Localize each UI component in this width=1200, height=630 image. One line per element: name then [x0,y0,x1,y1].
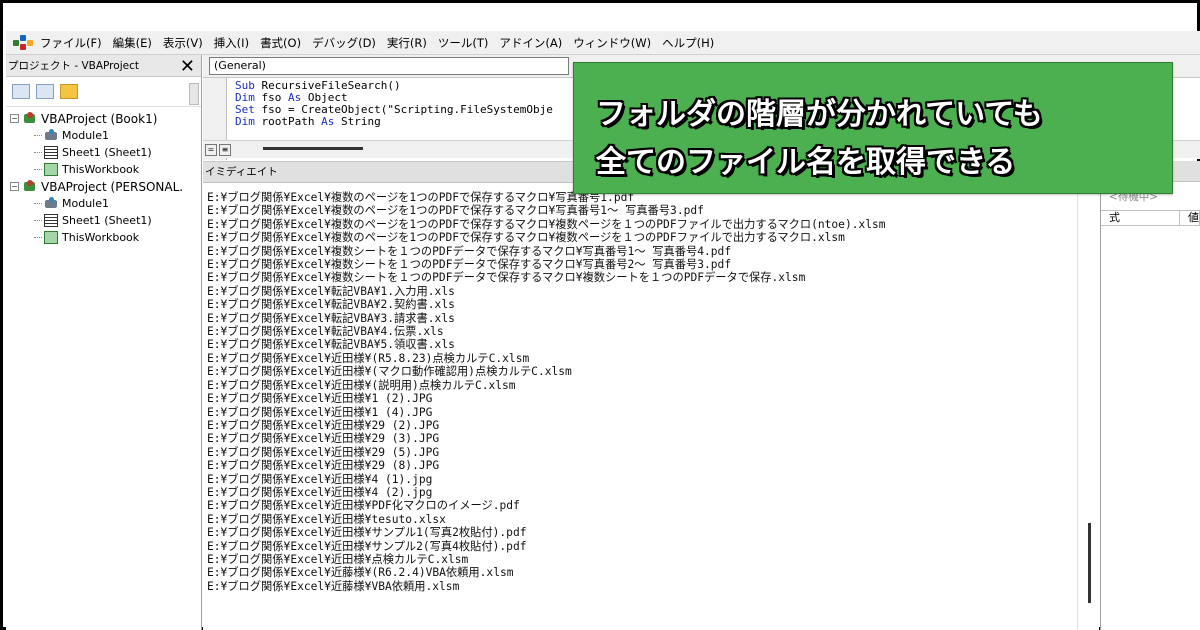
output-line: E:¥ブログ関係¥Excel¥複数のページを1つのPDFで保存するマクロ¥複数ペ… [207,216,886,231]
tree-node-module1[interactable]: Module1 [6,127,201,144]
tree-node-label: VBAProject (Book1) [41,111,158,126]
toggle-folders-icon[interactable] [60,84,78,99]
scroll-thumb[interactable] [263,147,363,150]
tree-node-thisworkbook[interactable]: ThisWorkbook [6,161,201,178]
menu-window[interactable]: ウィンドウ(W) [573,35,651,51]
callout-line-1: フォルダの階層が分かれていても [596,97,1043,132]
view-object-icon[interactable] [36,84,54,99]
callout-line-2: 全てのファイル名を取得できる [596,145,1016,180]
watch-col-expression[interactable]: 式 [1101,211,1180,225]
tree-node-label: Module1 [62,197,109,210]
output-line: E:¥ブログ関係¥Excel¥転記VBA¥5.領収書.xls [207,337,455,352]
watch-window[interactable]: <待機中> 式 値 [1100,161,1200,630]
tree-node-project-book1[interactable]: − VBAProject (Book1) [6,110,201,127]
output-line: E:¥ブログ関係¥Excel¥近田様¥(R5.8.23)点検カルテC.xlsm [207,350,530,365]
vbe-window: ファイル(F) 編集(E) 表示(V) 挿入(I) 書式(O) デバッグ(D) … [0,0,1200,630]
menu-view[interactable]: 表示(V) [163,35,203,51]
tree-node-label: ThisWorkbook [62,231,140,244]
output-line: E:¥ブログ関係¥Excel¥近田様¥1 (4).JPG [207,404,433,419]
menu-help[interactable]: ヘルプ(H) [662,35,714,51]
module-icon [44,129,58,142]
tree-node-label: Sheet1 (Sheet1) [62,146,152,159]
immediate-output: E:¥ブログ関係¥Excel¥複数のページを1つのPDFで保存するマクロ¥写真番… [207,190,886,593]
view-code-icon[interactable] [12,84,30,99]
tree-node-label: Sheet1 (Sheet1) [62,214,152,227]
project-explorer-title-bar: プロジェクト - VBAProject ✕ [6,55,201,77]
output-line: E:¥ブログ関係¥Excel¥近田様¥29 (8).JPG [207,458,440,473]
project-explorer: プロジェクト - VBAProject ✕ − VBAProject (Book… [6,55,202,630]
watch-header: 式 値 [1101,210,1200,226]
close-icon[interactable]: ✕ [180,56,195,77]
output-line: E:¥ブログ関係¥Excel¥転記VBA¥3.請求書.xls [207,310,455,325]
toolbar-scroll-arrow[interactable] [189,83,199,105]
code-lines: Sub RecursiveFileSearch() Dim fso As Obj… [235,80,553,128]
output-line: E:¥ブログ関係¥Excel¥近田様¥1 (2).JPG [207,391,433,406]
tree-node-thisworkbook[interactable]: ThisWorkbook [6,229,201,246]
output-line: E:¥ブログ関係¥Excel¥近田様¥29 (5).JPG [207,444,440,459]
output-line: E:¥ブログ関係¥Excel¥近田様¥4 (1).jpg [207,471,433,486]
project-tree: − VBAProject (Book1) Module1 Sheet1 (She… [6,107,201,246]
tree-node-label: VBAProject (PERSONAL. [41,179,184,194]
scroll-thumb[interactable] [1088,523,1091,603]
tree-node-sheet1[interactable]: Sheet1 (Sheet1) [6,212,201,229]
output-line: E:¥ブログ関係¥Excel¥転記VBA¥2.契約書.xls [207,297,455,312]
output-line: E:¥ブログ関係¥Excel¥複数のページを1つのPDFで保存するマクロ¥複数ペ… [207,230,845,245]
menu-bar: ファイル(F) 編集(E) 表示(V) 挿入(I) 書式(O) デバッグ(D) … [6,31,1200,55]
tree-node-label: ThisWorkbook [62,163,140,176]
sheet-icon [44,146,58,159]
immediate-window[interactable]: イミディエイト E:¥ブログ関係¥Excel¥複数のページを1つのPDFで保存す… [203,161,1099,630]
menu-edit[interactable]: 編集(E) [113,35,152,51]
output-line: E:¥ブログ関係¥Excel¥近田様¥点検カルテC.xlsm [207,551,469,566]
workbook-icon [44,231,58,244]
project-explorer-title: プロジェクト - VBAProject [8,60,139,72]
tree-node-label: Module1 [62,129,109,142]
menu-addins[interactable]: アドイン(A) [499,35,562,51]
output-line: E:¥ブログ関係¥Excel¥転記VBA¥4.伝票.xls [207,324,444,339]
immediate-vertical-scrollbar[interactable] [1077,183,1099,630]
collapse-icon[interactable]: − [10,182,19,191]
menu-debug[interactable]: デバッグ(D) [312,35,376,51]
output-line: E:¥ブログ関係¥Excel¥近藤様¥(R6.2.4)VBA依頼用.xlsm [207,565,514,580]
output-line: E:¥ブログ関係¥Excel¥近田様¥サンプル1(写真2枚貼付).pdf [207,525,527,540]
output-line: E:¥ブログ関係¥Excel¥近田様¥29 (3).JPG [207,431,440,446]
output-line: E:¥ブログ関係¥Excel¥近田様¥サンプル2(写真4枚貼付).pdf [207,538,527,553]
workbook-icon [44,163,58,176]
code-line: Dim rootPath As String [235,115,381,128]
output-line: E:¥ブログ関係¥Excel¥近田様¥PDF化マクロのイメージ.pdf [207,498,520,513]
menu-run[interactable]: 実行(R) [387,35,427,51]
output-line: E:¥ブログ関係¥Excel¥近田様¥29 (2).JPG [207,417,440,432]
output-line: E:¥ブログ関係¥Excel¥転記VBA¥1.入力用.xls [207,283,455,298]
full-module-view-icon[interactable]: ≡ [219,143,231,156]
watch-col-value[interactable]: 値 [1180,211,1200,225]
output-line: E:¥ブログ関係¥Excel¥複数シートを１つのPDFデータで保存するマクロ¥写… [207,243,732,258]
output-line: E:¥ブログ関係¥Excel¥近田様¥(説明用)点検カルテC.xlsm [207,377,516,392]
output-line: E:¥ブログ関係¥Excel¥近田様¥(マクロ動作確認用)点検カルテC.xlsm [207,364,572,379]
output-line: E:¥ブログ関係¥Excel¥近藤様¥VBA依頼用.xlsm [207,578,460,593]
annotation-callout: フォルダの階層が分かれていても 全てのファイル名を取得できる [573,62,1173,194]
tree-node-sheet1[interactable]: Sheet1 (Sheet1) [6,144,201,161]
tree-node-module1[interactable]: Module1 [6,195,201,212]
module-icon [44,197,58,210]
tree-node-project-personal[interactable]: − VBAProject (PERSONAL. [6,178,201,195]
menu-insert[interactable]: 挿入(I) [214,35,249,51]
output-line: E:¥ブログ関係¥Excel¥近田様¥4 (2).jpg [207,484,433,499]
output-line: E:¥ブログ関係¥Excel¥複数のページを1つのPDFで保存するマクロ¥写真番… [207,203,704,218]
sheet-icon [44,214,58,227]
output-line: E:¥ブログ関係¥Excel¥近田様¥tesuto.xlsx [207,511,446,526]
project-icon [23,112,37,125]
procedure-view-icon[interactable]: = [205,143,217,156]
object-combo[interactable]: (General) [209,57,569,75]
project-icon [23,180,37,193]
output-line: E:¥ブログ関係¥Excel¥複数シートを１つのPDFデータで保存するマクロ¥複… [207,270,806,285]
output-line: E:¥ブログ関係¥Excel¥複数シートを１つのPDFデータで保存するマクロ¥写… [207,257,732,272]
project-explorer-toolbar [6,77,201,107]
menu-tools[interactable]: ツール(T) [438,35,489,51]
collapse-icon[interactable]: − [10,114,19,123]
menu-format[interactable]: 書式(O) [260,35,301,51]
menu-file[interactable]: ファイル(F) [40,35,102,51]
vbe-app-icon[interactable] [12,34,34,52]
